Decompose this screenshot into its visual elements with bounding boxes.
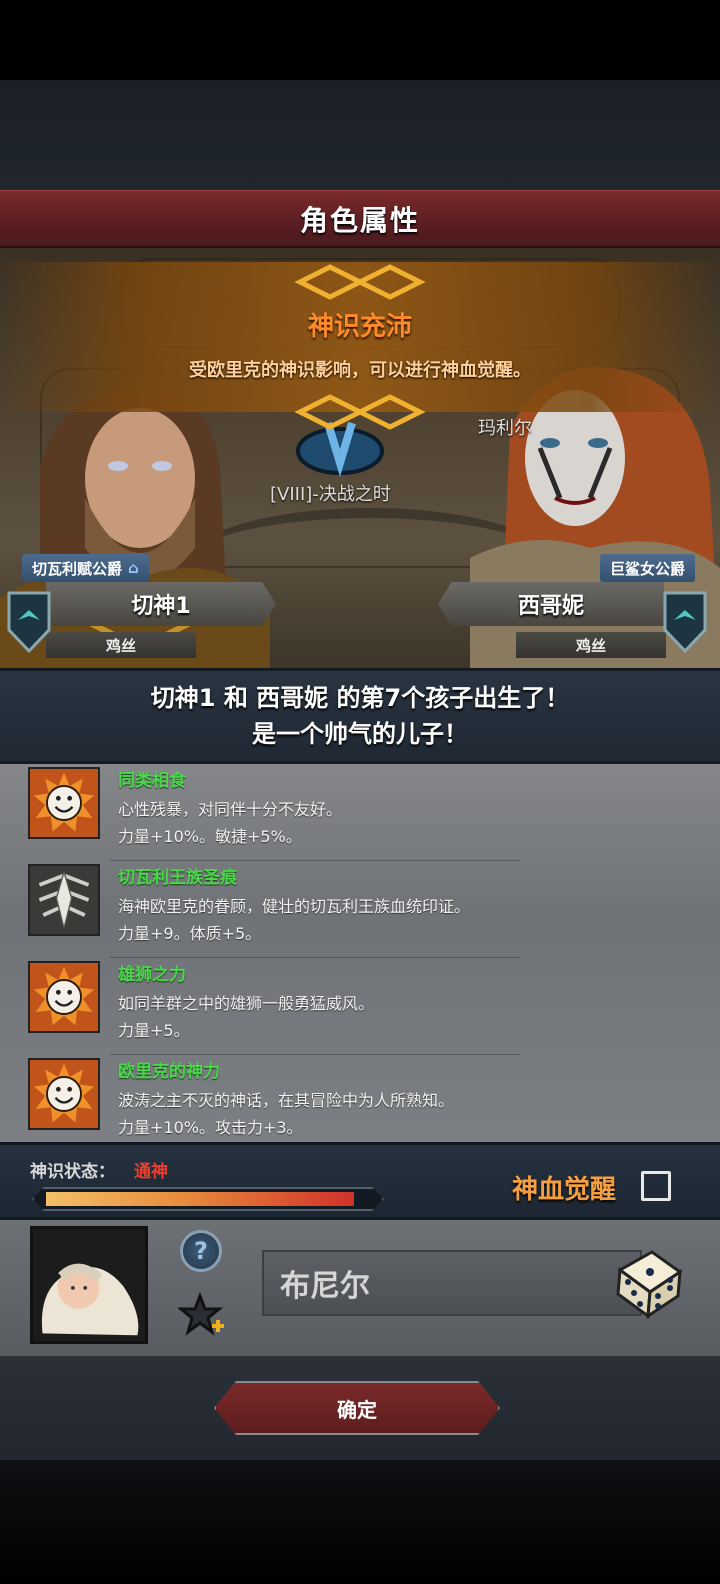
trait-description: 海神欧里克的眷顾，健壮的切瓦利王族血统印证。 [118, 897, 471, 916]
announcement-line-1: 切神1 和 西哥妮 的第7个孩子出生了！ [150, 684, 570, 712]
smiley-sun-icon [28, 1058, 100, 1130]
help-button[interactable]: ? [180, 1230, 222, 1272]
birth-announcement: 切神1 和 西哥妮 的第7个孩子出生了！ 是一个帅气的儿子！ [0, 668, 720, 764]
child-name: 布尼尔 [280, 1269, 370, 1304]
awaken-checkbox[interactable] [641, 1171, 671, 1201]
banner-description: 受欧里克的神识影响，可以进行神血觉醒。 [189, 360, 531, 381]
child-name-field[interactable]: 布尼尔 [262, 1250, 642, 1316]
page-title: 角色属性 [299, 203, 420, 237]
top-backdrop [0, 80, 720, 190]
father-shield-icon [7, 591, 51, 654]
trait-name: 切瓦利王族圣痕 [118, 868, 237, 888]
father-title: 切瓦利赋公爵 [32, 559, 123, 578]
baby-portrait [30, 1226, 148, 1344]
trait-item[interactable]: 雄狮之力 如同羊群之中的雄狮一般勇猛威风。 力量+5。 [0, 958, 720, 1055]
confirm-label: 确定 [337, 1397, 377, 1422]
announcement-line-2: 是一个帅气的儿子！ [252, 720, 468, 748]
trait-stats: 力量+10%。敏捷+5%。 [118, 827, 302, 846]
father-rank-plate: 鸡丝 [46, 632, 196, 658]
help-icon: ? [194, 1237, 208, 1265]
trait-stats: 力量+10%。攻击力+3。 [118, 1118, 303, 1137]
divine-status-bar: 神识状态： 通神 神血觉醒 [0, 1142, 720, 1220]
trait-stats: 力量+9。体质+5。 [118, 924, 262, 943]
map-stage-label: [VIII]-决战之时 [270, 484, 391, 505]
mother-name-plate[interactable]: 西哥妮 [438, 582, 664, 626]
trait-description: 如同羊群之中的雄狮一般勇猛威风。 [118, 994, 375, 1013]
house-icon: ⌂ [128, 559, 139, 577]
trait-name: 雄狮之力 [118, 965, 186, 985]
mother-title: 巨鲨女公爵 [610, 559, 686, 578]
smiley-sun-icon [28, 961, 100, 1033]
father-name: 切神1 [131, 594, 191, 619]
status-label: 神识状态： [30, 1162, 115, 1182]
ornament-bottom-icon [294, 394, 426, 430]
trait-item[interactable]: 欧里克的神力 波涛之主不灭的神话，在其冒险中为人所熟知。 力量+10%。攻击力+… [0, 1055, 720, 1152]
bottom-bar [0, 1460, 720, 1584]
divine-progress-bar [32, 1187, 384, 1211]
mother-name: 西哥妮 [517, 594, 584, 619]
ornament-top-icon [294, 264, 426, 300]
trait-description: 波涛之主不灭的神话，在其冒险中为人所熟知。 [118, 1091, 455, 1110]
confirm-button[interactable]: 确定 [214, 1381, 500, 1435]
banner-title: 神识充沛 [307, 312, 412, 342]
smiley-sun-icon [28, 767, 100, 839]
trait-name: 欧里克的神力 [118, 1062, 220, 1082]
trait-name: 同类相食 [118, 771, 186, 791]
child-panel: ? 布尼尔 [0, 1220, 720, 1360]
trait-item[interactable]: 切瓦利王族圣痕 海神欧里克的眷顾，健壮的切瓦利王族血统印证。 力量+9。体质+5… [0, 861, 720, 958]
awaken-label: 神血觉醒 [512, 1175, 617, 1205]
favorite-star-icon[interactable] [178, 1292, 226, 1340]
trait-description: 心性残暴，对同伴十分不友好。 [118, 800, 343, 819]
crest-icon [28, 864, 100, 936]
map-place-label: 玛利尔 [478, 418, 532, 439]
mother-rank-plate: 鸡丝 [516, 632, 666, 658]
dice-icon[interactable] [612, 1246, 686, 1320]
mother-rank: 鸡丝 [575, 636, 606, 655]
father-name-plate[interactable]: 切神1 [46, 582, 276, 626]
status-value: 通神 [134, 1162, 168, 1182]
divine-progress-fill [46, 1192, 354, 1206]
father-rank: 鸡丝 [105, 636, 136, 655]
mother-shield-icon [663, 591, 707, 654]
trait-list[interactable]: 同类相食 心性残暴，对同伴十分不友好。 力量+10%。敏捷+5%。 切瓦利王族圣… [0, 764, 720, 1142]
trait-item[interactable]: 同类相食 心性残暴，对同伴十分不友好。 力量+10%。敏捷+5%。 [0, 764, 720, 861]
page-header: 角色属性 [0, 190, 720, 248]
father-title-tag: 切瓦利赋公爵 ⌂ [22, 554, 149, 582]
mother-title-tag: 巨鲨女公爵 [600, 554, 696, 582]
trait-stats: 力量+5。 [118, 1021, 190, 1040]
top-bar [0, 0, 720, 80]
